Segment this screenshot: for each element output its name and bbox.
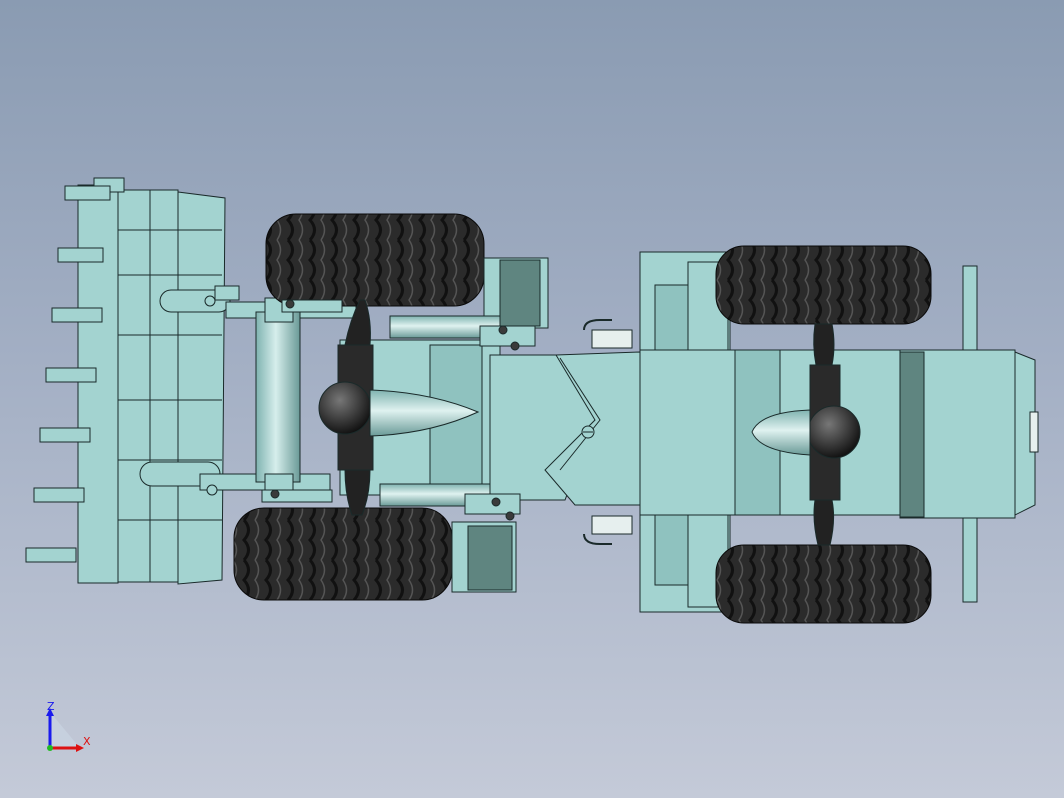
- front-fender-lower: [451, 521, 517, 593]
- rear-right-tire[interactable]: [715, 544, 932, 624]
- front-right-tire[interactable]: [233, 507, 453, 601]
- cad-viewport[interactable]: Z X: [0, 0, 1064, 798]
- triad-origin: [47, 745, 53, 751]
- x-axis-label: X: [83, 735, 91, 748]
- orientation-triad: Z X: [46, 700, 91, 752]
- front-left-tire[interactable]: [265, 213, 485, 307]
- cross-tube: [255, 297, 301, 499]
- z-axis-label: Z: [47, 700, 55, 713]
- loader-model[interactable]: [25, 177, 1039, 624]
- counterweight: [899, 349, 1039, 519]
- bucket[interactable]: [77, 184, 226, 585]
- rear-left-tire[interactable]: [715, 245, 932, 325]
